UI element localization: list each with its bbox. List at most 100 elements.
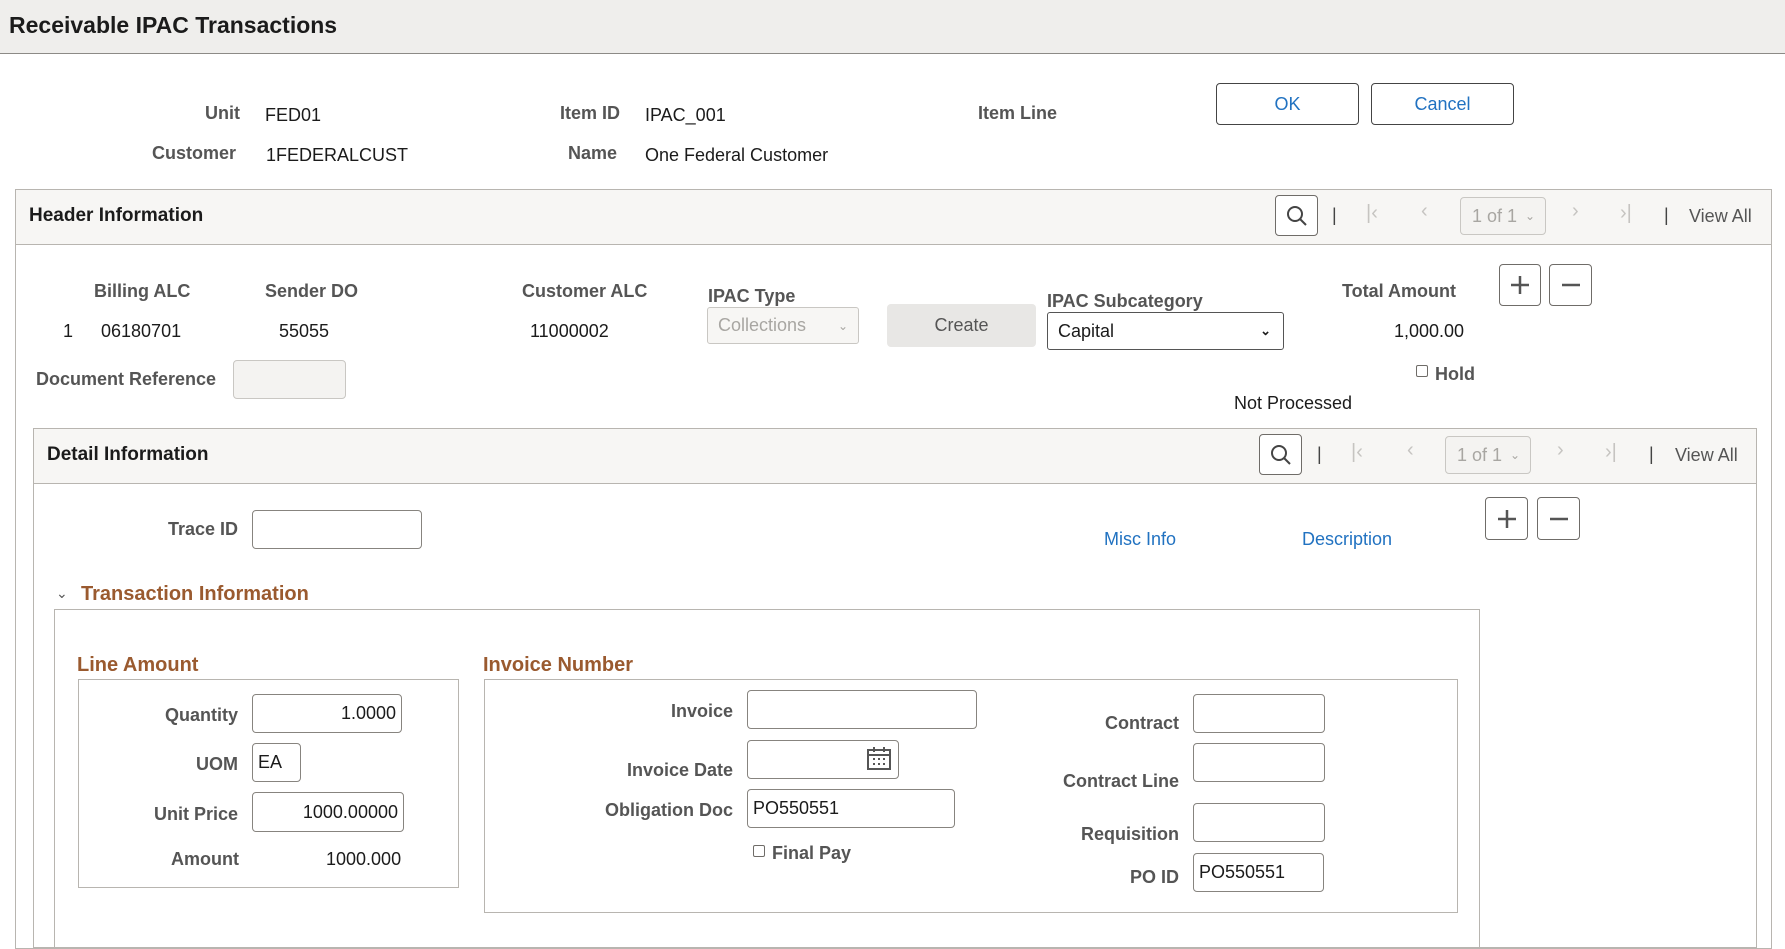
detail-delete-row-button[interactable] (1537, 497, 1580, 540)
plus-icon (1511, 276, 1529, 294)
trace-id-input[interactable] (252, 510, 422, 549)
chevron-down-icon: ⌄ (837, 318, 848, 333)
header-view-all-link[interactable]: View All (1689, 206, 1752, 227)
header-delete-row-button[interactable] (1549, 264, 1592, 306)
transaction-information-title[interactable]: Transaction Information (81, 583, 309, 606)
minus-icon (1549, 517, 1568, 520)
invoice-date-label: Invoice Date (626, 760, 733, 780)
detail-previous-icon[interactable]: ‹ (1407, 439, 1414, 462)
header-nav-separator: | (1332, 205, 1337, 225)
trace-id-label: Trace ID (167, 519, 238, 539)
line-amount-title: Line Amount (77, 654, 199, 676)
chevron-down-icon: ⌄ (1260, 323, 1271, 338)
header-pager-value: 1 of 1 (1472, 205, 1518, 226)
detail-viewall-separator: | (1649, 444, 1654, 464)
detail-information-title: Detail Information (47, 444, 209, 465)
hold-label: Hold (1435, 364, 1475, 384)
hold-checkbox[interactable] (1416, 365, 1428, 377)
cancel-button[interactable]: Cancel (1371, 83, 1514, 125)
sender-do-value: 55055 (279, 321, 330, 341)
ipac-type-value: Collections (718, 315, 807, 335)
contract-line-label: Contract Line (1062, 771, 1179, 791)
unit-value: FED01 (265, 105, 322, 125)
amount-value: 1000.000 (326, 849, 402, 869)
contract-line-input[interactable] (1193, 743, 1325, 782)
row-number: 1 (63, 321, 74, 341)
document-reference-label: Document Reference (36, 369, 217, 389)
chevron-down-icon: ⌄ (1525, 209, 1536, 223)
contract-input[interactable] (1193, 694, 1325, 733)
header-search-button[interactable] (1275, 195, 1318, 236)
detail-pager-value: 1 of 1 (1457, 444, 1503, 465)
requisition-label: Requisition (1081, 824, 1179, 844)
sender-do-header: Sender DO (265, 281, 359, 301)
uom-input[interactable]: EA (252, 743, 301, 782)
create-button: Create (887, 304, 1036, 347)
description-link[interactable]: Description (1302, 529, 1392, 550)
header-information-title: Header Information (29, 205, 204, 226)
header-add-row-button[interactable] (1499, 264, 1541, 306)
header-viewall-separator: | (1664, 205, 1669, 225)
detail-view-all-link[interactable]: View All (1675, 445, 1738, 466)
quantity-label: Quantity (164, 705, 238, 725)
calendar-icon[interactable] (866, 745, 892, 776)
requisition-input[interactable] (1193, 803, 1325, 842)
detail-add-row-button[interactable] (1485, 497, 1528, 540)
amount-label: Amount (171, 849, 239, 869)
header-next-icon[interactable]: › (1572, 200, 1579, 223)
obligation-doc-label: Obligation Doc (605, 800, 733, 820)
customer-alc-value: 11000002 (530, 321, 609, 341)
status-text: Not Processed (1234, 393, 1353, 413)
detail-search-button[interactable] (1259, 434, 1302, 475)
contract-label: Contract (1104, 713, 1179, 733)
plus-icon (1497, 509, 1516, 528)
name-label: Name (567, 143, 617, 163)
chevron-down-icon: ⌄ (1510, 448, 1521, 462)
uom-label: UOM (196, 754, 238, 774)
customer-label: Customer (151, 143, 236, 163)
header-last-icon[interactable]: ›| (1620, 202, 1632, 225)
ipac-subcategory-select[interactable]: Capital ⌄ (1047, 312, 1284, 350)
ipac-subcategory-header: IPAC Subcategory (1047, 291, 1203, 311)
ok-button[interactable]: OK (1216, 83, 1359, 125)
customer-value: 1FEDERALCUST (266, 145, 409, 165)
name-value: One Federal Customer (645, 145, 829, 165)
ipac-type-header: IPAC Type (708, 286, 796, 306)
invoice-label: Invoice (670, 701, 733, 721)
po-id-label: PO ID (1129, 867, 1179, 887)
billing-alc-header: Billing ALC (94, 281, 191, 301)
search-icon (1270, 444, 1291, 465)
po-id-input[interactable]: PO550551 (1193, 853, 1324, 892)
unit-price-label: Unit Price (153, 804, 238, 824)
detail-last-icon[interactable]: ›| (1605, 441, 1617, 464)
misc-info-link[interactable]: Misc Info (1104, 529, 1176, 550)
customer-alc-header: Customer ALC (522, 281, 648, 301)
item-id-value: IPAC_001 (645, 105, 726, 125)
total-amount-value: 1,000.00 (1394, 321, 1465, 341)
header-previous-icon[interactable]: ‹ (1421, 200, 1428, 223)
header-pager-select[interactable]: 1 of 1 ⌄ (1460, 197, 1546, 235)
detail-next-icon[interactable]: › (1557, 439, 1564, 462)
ipac-subcategory-value: Capital (1058, 320, 1115, 341)
obligation-doc-input[interactable]: PO550551 (747, 789, 955, 828)
item-id-label: Item ID (559, 103, 620, 123)
item-line-label: Item Line (978, 103, 1058, 123)
final-pay-label: Final Pay (772, 843, 852, 863)
document-reference-input (233, 360, 346, 399)
invoice-number-title: Invoice Number (483, 654, 634, 676)
collapse-chevron-icon[interactable]: ⌄ (56, 585, 68, 602)
page-title: Receivable IPAC Transactions (9, 12, 338, 38)
search-icon (1286, 205, 1307, 226)
ipac-type-select: Collections ⌄ (707, 307, 859, 344)
final-pay-checkbox[interactable] (753, 845, 765, 857)
detail-nav-separator: | (1317, 444, 1322, 464)
quantity-input[interactable]: 1.0000 (252, 694, 402, 733)
minus-icon (1561, 283, 1580, 287)
detail-first-icon[interactable]: |‹ (1351, 441, 1363, 464)
header-first-icon[interactable]: |‹ (1366, 202, 1378, 225)
invoice-input[interactable] (747, 690, 977, 729)
unit-label: Unit (205, 103, 240, 123)
unit-price-input[interactable]: 1000.00000 (252, 792, 404, 832)
detail-pager-select[interactable]: 1 of 1 ⌄ (1445, 436, 1531, 474)
total-amount-header: Total Amount (1342, 281, 1456, 301)
